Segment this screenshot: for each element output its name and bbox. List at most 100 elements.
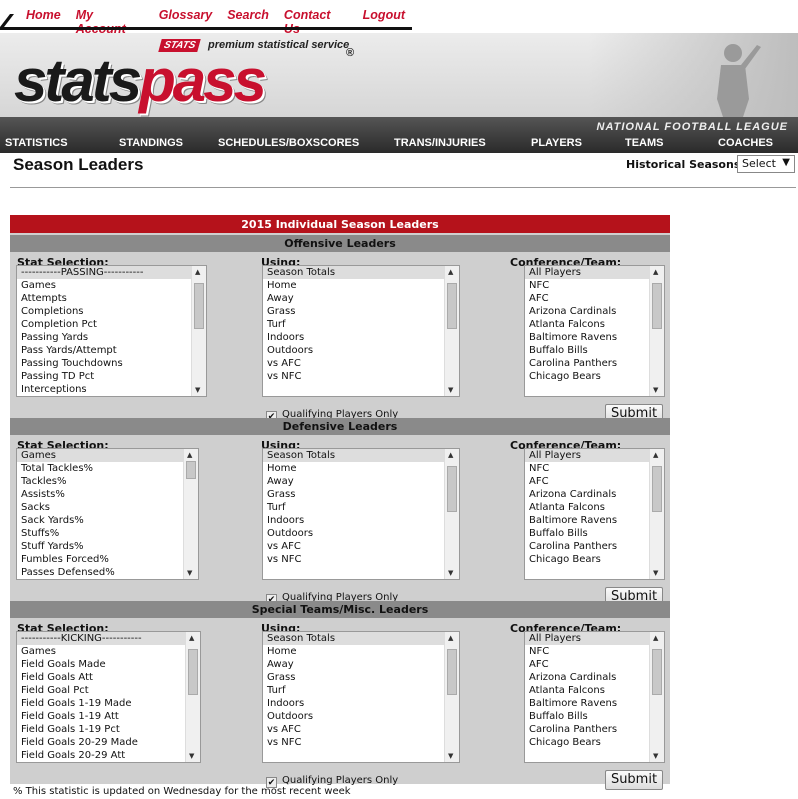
list-option[interactable]: Tackles% [17, 475, 198, 488]
scrollbar-thumb[interactable] [447, 649, 457, 695]
list-option[interactable]: Buffalo Bills [525, 344, 664, 357]
list-option[interactable]: AFC [525, 292, 664, 305]
list-option[interactable]: AFC [525, 658, 664, 671]
list-option[interactable]: Sacks [17, 501, 198, 514]
list-option[interactable]: Carolina Panthers [525, 723, 664, 736]
list-option[interactable]: Atlanta Falcons [525, 684, 664, 697]
scrollbar-thumb[interactable] [194, 283, 204, 329]
list-option[interactable]: Season Totals [263, 266, 459, 279]
scroll-down-icon[interactable]: ▼ [448, 752, 453, 760]
scroll-down-icon[interactable]: ▼ [189, 752, 194, 760]
scroll-down-icon[interactable]: ▼ [448, 569, 453, 577]
tab-players[interactable]: PLAYERS [531, 137, 582, 149]
list-option[interactable]: Atlanta Falcons [525, 318, 664, 331]
tab-coaches[interactable]: COACHES [718, 137, 773, 149]
scrollbar[interactable]: ▲ ▼ [183, 449, 198, 579]
tab-standings[interactable]: STANDINGS [119, 137, 183, 149]
list-option[interactable]: Arizona Cardinals [525, 305, 664, 318]
list-option[interactable]: Chicago Bears [525, 370, 664, 383]
list-option[interactable]: Field Goals 1-19 Att [17, 710, 200, 723]
list-option[interactable]: Completion Pct [17, 318, 206, 331]
scroll-up-icon[interactable]: ▲ [653, 451, 658, 459]
nav-home-link[interactable]: Home [26, 8, 61, 36]
list-option[interactable]: Field Goals 20-29 Att [17, 749, 200, 762]
scrollbar-thumb[interactable] [188, 649, 198, 695]
scroll-up-icon[interactable]: ▲ [189, 634, 194, 642]
list-option[interactable]: Outdoors [263, 527, 459, 540]
list-option[interactable]: Games [17, 449, 198, 462]
list-option[interactable]: Attempts [17, 292, 206, 305]
scroll-up-icon[interactable]: ▲ [653, 634, 658, 642]
scroll-down-icon[interactable]: ▼ [653, 752, 658, 760]
special-teams-submit-button[interactable]: Submit [605, 770, 663, 790]
scrollbar-thumb[interactable] [447, 466, 457, 512]
scrollbar[interactable]: ▲ ▼ [444, 449, 459, 579]
list-option[interactable]: Grass [263, 671, 459, 684]
scroll-down-icon[interactable]: ▼ [195, 386, 200, 394]
nav-glossary-link[interactable]: Glossary [159, 8, 213, 36]
nav-logout-link[interactable]: Logout [363, 8, 405, 36]
nav-search-link[interactable]: Search [227, 8, 269, 36]
nav-my-account-link[interactable]: My Account [76, 8, 144, 36]
list-option[interactable]: Arizona Cardinals [525, 488, 664, 501]
list-option[interactable]: Home [263, 279, 459, 292]
list-option[interactable]: Outdoors [263, 710, 459, 723]
scrollbar[interactable]: ▲ ▼ [649, 449, 664, 579]
tab-schedules-boxscores[interactable]: SCHEDULES/BOXSCORES [218, 137, 359, 149]
list-option[interactable]: Passing TD Pct [17, 370, 206, 383]
special-teams-team-listbox[interactable]: All Players NFC AFC Arizona Cardinals Atlant… [524, 631, 665, 763]
list-option[interactable]: NFC [525, 462, 664, 475]
list-option[interactable]: Stuff Yards% [17, 540, 198, 553]
defensive-using-listbox[interactable]: Season Totals Home Away Grass Turf Indoors Out… [262, 448, 460, 580]
list-option[interactable]: Turf [263, 318, 459, 331]
list-option[interactable]: AFC [525, 475, 664, 488]
list-option[interactable]: Chicago Bears [525, 736, 664, 749]
list-option[interactable]: Passing Yards [17, 331, 206, 344]
scroll-up-icon[interactable]: ▲ [653, 268, 658, 276]
scroll-down-icon[interactable]: ▼ [448, 386, 453, 394]
special-teams-stat-listbox[interactable]: -----------KICKING----------- Games Field … [16, 631, 201, 763]
list-option[interactable]: Away [263, 292, 459, 305]
list-option[interactable]: Atlanta Falcons [525, 501, 664, 514]
list-option[interactable]: Home [263, 645, 459, 658]
list-option[interactable]: Arizona Cardinals [525, 671, 664, 684]
list-option[interactable]: Indoors [263, 697, 459, 710]
scrollbar-thumb[interactable] [447, 283, 457, 329]
offensive-stat-listbox[interactable]: -----------PASSING----------- Games Attemp… [16, 265, 207, 397]
list-option[interactable]: Field Goals 1-19 Pct [17, 723, 200, 736]
list-option[interactable]: Field Goal Pct [17, 684, 200, 697]
list-option[interactable]: Field Goals 20-29 Made [17, 736, 200, 749]
list-option[interactable]: Turf [263, 501, 459, 514]
list-option[interactable]: vs AFC [263, 357, 459, 370]
scrollbar[interactable]: ▲ ▼ [649, 266, 664, 396]
scrollbar[interactable]: ▲ ▼ [444, 632, 459, 762]
offensive-team-listbox[interactable]: All Players NFC AFC Arizona Cardinals Atlant… [524, 265, 665, 397]
list-option[interactable]: Games [17, 279, 206, 292]
scroll-down-icon[interactable]: ▼ [653, 386, 658, 394]
scroll-up-icon[interactable]: ▲ [448, 268, 453, 276]
list-option[interactable]: Grass [263, 305, 459, 318]
list-option[interactable]: Baltimore Ravens [525, 514, 664, 527]
list-option[interactable]: Outdoors [263, 344, 459, 357]
list-option[interactable]: vs AFC [263, 723, 459, 736]
list-option[interactable]: Completions [17, 305, 206, 318]
defensive-team-listbox[interactable]: All Players NFC AFC Arizona Cardinals Atlant… [524, 448, 665, 580]
historical-seasons-select[interactable]: Select ▼ [737, 155, 795, 173]
scroll-down-icon[interactable]: ▼ [653, 569, 658, 577]
list-option[interactable]: Field Goals Att [17, 671, 200, 684]
list-option[interactable]: vs NFC [263, 553, 459, 566]
list-option[interactable]: Sack Yards% [17, 514, 198, 527]
list-option[interactable]: Home [263, 462, 459, 475]
list-option[interactable]: Passes Defensed% [17, 566, 198, 579]
list-option[interactable]: Away [263, 658, 459, 671]
scrollbar-thumb[interactable] [652, 649, 662, 695]
list-option[interactable]: -----------KICKING----------- [17, 632, 200, 645]
list-option[interactable]: All Players [525, 449, 664, 462]
list-option[interactable]: Season Totals [263, 632, 459, 645]
list-option[interactable]: NFC [525, 279, 664, 292]
scroll-down-icon[interactable]: ▼ [187, 569, 192, 577]
scroll-up-icon[interactable]: ▲ [187, 451, 192, 459]
list-option[interactable]: Carolina Panthers [525, 357, 664, 370]
list-option[interactable]: Away [263, 475, 459, 488]
list-option[interactable]: Season Totals [263, 449, 459, 462]
